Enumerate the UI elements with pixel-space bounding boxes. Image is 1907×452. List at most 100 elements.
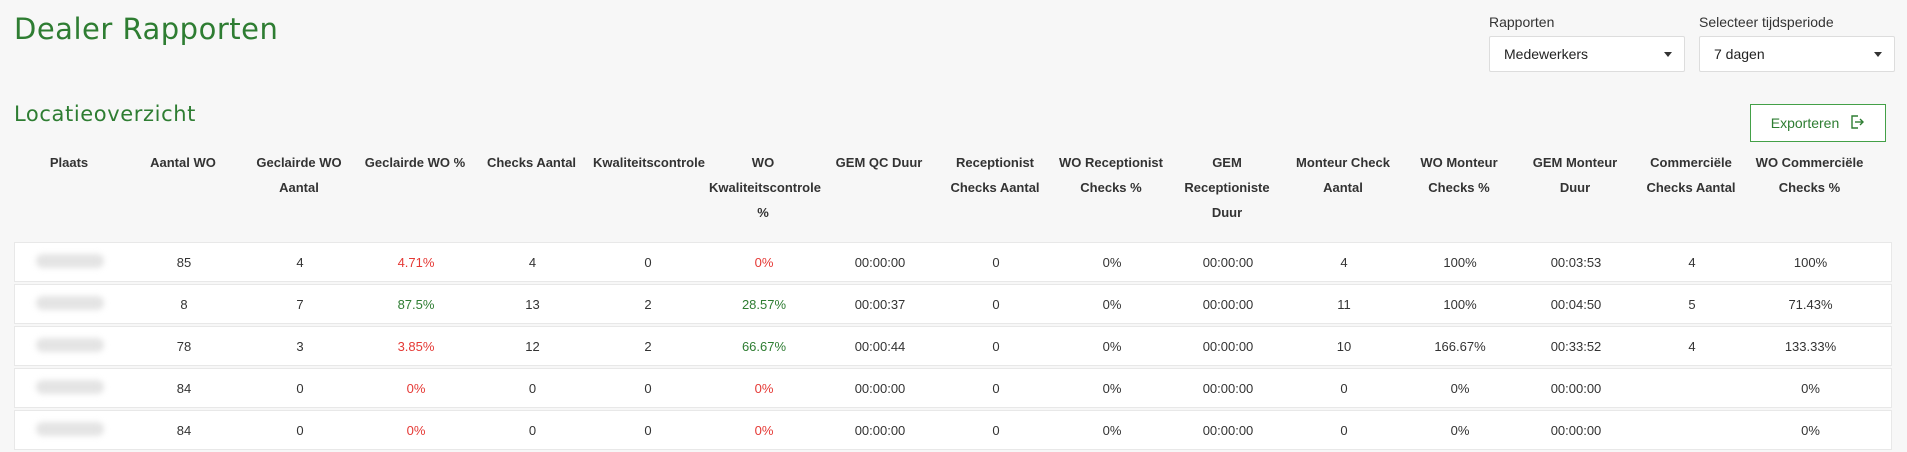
table-cell: 0 [992, 338, 1000, 354]
table-cell: 0 [992, 422, 1000, 438]
table-cell: 0 [528, 422, 537, 438]
table-cell: 4 [296, 254, 304, 270]
column-header[interactable]: Geclairde WO Aantal [242, 148, 356, 236]
reports-filter-label: Rapporten [1489, 14, 1555, 30]
table-cell: 78 [176, 338, 192, 354]
section-title: Locatieoverzicht [14, 102, 196, 126]
table-cell: 13 [525, 296, 540, 312]
period-filter: Selecteer tijdsperiode 7 dagen [1699, 14, 1895, 72]
table-cell: 00:00:00 [1202, 422, 1254, 438]
table-cell: 0% [1801, 380, 1820, 396]
reports-select[interactable]: Medewerkers [1489, 36, 1685, 72]
table-cell: 0% [754, 422, 774, 438]
export-button[interactable]: Exporteren [1750, 104, 1886, 142]
table-cell: 0 [296, 380, 304, 396]
table-cell: 4 [1340, 254, 1348, 270]
reports-filter: Rapporten Medewerkers [1489, 14, 1685, 72]
table-cell: 0 [992, 254, 1000, 270]
column-header[interactable]: GEM Monteur Duur [1517, 148, 1633, 236]
location-cell [15, 295, 125, 313]
table-cell: 2 [644, 338, 652, 354]
column-header[interactable]: Checks Aantal [474, 148, 589, 236]
chevron-down-icon [1664, 51, 1672, 57]
table-cell: 0 [992, 296, 1000, 312]
table-cell: 0% [754, 380, 774, 396]
column-header[interactable]: WO Monteur Checks % [1401, 148, 1517, 236]
period-select[interactable]: 7 dagen [1699, 36, 1895, 72]
table-cell: 0 [296, 422, 304, 438]
table-cell: 00:00:44 [854, 338, 906, 354]
reports-select-value: Medewerkers [1504, 46, 1589, 62]
column-header[interactable]: Kwaliteitscontrole [589, 148, 705, 236]
table-cell: 0 [1340, 422, 1348, 438]
table-cell: 00:00:00 [1202, 338, 1254, 354]
table-cell: 0% [1102, 254, 1122, 270]
table-cell: 0 [1340, 380, 1348, 396]
table-cell: 166.67% [1434, 338, 1486, 354]
redacted-location [36, 295, 104, 310]
table-cell: 00:03:53 [1550, 254, 1602, 270]
column-header[interactable]: Commerciële Checks Aantal [1633, 148, 1749, 236]
table-cell: 66.67% [741, 338, 787, 354]
column-header[interactable]: Plaats [14, 148, 124, 236]
table-cell: 00:00:00 [1202, 296, 1254, 312]
column-header[interactable]: GEM Receptioniste Duur [1169, 148, 1285, 236]
table-cell: 0 [528, 380, 537, 396]
table-cell: 87.5% [397, 296, 435, 312]
table-cell: 2 [644, 296, 652, 312]
column-header[interactable]: Geclairde WO % [356, 148, 474, 236]
table-cell: 100% [1443, 296, 1477, 312]
export-icon [1849, 114, 1865, 133]
table-cell: 0% [406, 380, 426, 396]
redacted-location [36, 253, 104, 268]
column-header[interactable]: Monteur Check Aantal [1285, 148, 1401, 236]
table-cell: 4 [528, 254, 537, 270]
column-header[interactable]: GEM QC Duur [821, 148, 937, 236]
table-cell: 0% [1450, 380, 1470, 396]
export-button-label: Exporteren [1770, 115, 1840, 131]
table-cell: 84 [176, 422, 192, 438]
table-cell: 4 [1688, 338, 1696, 354]
table-row[interactable]: 8 7 87.5% 13 2 28.57% 00:00:37 0 0% 00:00:00 11 100… [14, 284, 1892, 324]
table-row[interactable]: 84 0 0% 0 0 0% 00:00:00 0 0% 00:00:00 0 0% 00:00:00 0… [14, 410, 1892, 450]
location-cell [15, 337, 125, 355]
location-cell [15, 421, 125, 439]
table-header: Plaats Aantal WO Geclairde WO Aantal Geclai… [14, 148, 1892, 236]
table-cell: 3 [296, 338, 304, 354]
table-row[interactable]: 78 3 3.85% 12 2 66.67% 00:00:44 0 0% 00:00:00 10 16… [14, 326, 1892, 366]
table-row[interactable]: 84 0 0% 0 0 0% 00:00:00 0 0% 00:00:00 0 0% 00:00:00 0… [14, 368, 1892, 408]
table-cell: 5 [1688, 296, 1696, 312]
table-cell: 0 [644, 422, 652, 438]
table-row[interactable]: 85 4 4.71% 4 0 0% 00:00:00 0 0% 00:00:00 4 100% 00:0… [14, 242, 1892, 282]
page-title: Dealer Rapporten [14, 12, 279, 46]
table-cell: 11 [1337, 296, 1351, 312]
period-filter-label: Selecteer tijdsperiode [1699, 14, 1834, 30]
table-cell: 00:00:00 [1202, 254, 1254, 270]
chevron-down-icon [1874, 51, 1882, 57]
column-header[interactable]: Receptionist Checks Aantal [937, 148, 1053, 236]
table-cell: 0% [1102, 338, 1122, 354]
table-cell: 84 [176, 380, 192, 396]
table-cell: 71.43% [1788, 296, 1833, 312]
location-cell [15, 379, 125, 397]
table-cell: 00:04:50 [1550, 296, 1602, 312]
table-cell: 4 [1688, 254, 1696, 270]
table-cell: 85 [176, 254, 192, 270]
table-cell: 00:00:00 [1202, 380, 1254, 396]
period-select-value: 7 dagen [1714, 46, 1765, 62]
table-cell: 0% [1102, 380, 1122, 396]
table-cell: 28.57% [741, 296, 787, 312]
table-cell: 0 [644, 380, 652, 396]
redacted-location [36, 421, 104, 436]
column-header[interactable]: WO Commerciële Checks % [1749, 148, 1870, 236]
column-header[interactable]: WO Receptionist Checks % [1053, 148, 1169, 236]
table-cell: 00:00:37 [854, 296, 906, 312]
table-cell: 0% [754, 254, 774, 270]
table-cell: 00:00:00 [854, 254, 906, 270]
table-cell: 10 [1336, 338, 1352, 354]
table-cell: 0% [406, 422, 426, 438]
column-header[interactable]: WO Kwaliteitscontrole % [705, 148, 821, 236]
table-cell: 00:00:00 [1550, 380, 1602, 396]
column-header[interactable]: Aantal WO [124, 148, 242, 236]
location-table: Plaats Aantal WO Geclairde WO Aantal Geclai… [14, 148, 1892, 452]
